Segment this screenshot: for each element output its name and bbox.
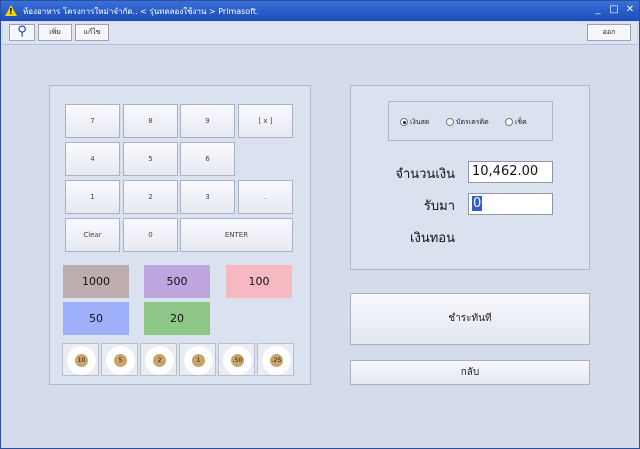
received-label: รับมา [423, 199, 455, 214]
payment-method-group: เงินสด บัตรเครดิต เช็ค [388, 101, 553, 141]
banknote-1000[interactable]: 1000 [63, 265, 129, 298]
warning-icon: ! [5, 5, 17, 16]
key-0[interactable]: 0 [123, 218, 178, 252]
radio-cheque[interactable]: เช็ค [505, 117, 527, 128]
key-4[interactable]: 4 [65, 142, 120, 176]
pay-now-button[interactable]: ชำระทันที [350, 293, 590, 345]
coin-025-icon: .25 [262, 346, 291, 375]
edit-button[interactable]: แก้ไข [75, 24, 109, 41]
window-title: ห้องอาหาร โครงการใหม่าจำกัด.. < รุ่นทดลอ… [23, 7, 259, 16]
minimize-button[interactable]: _ [591, 4, 605, 17]
radio-cheque-indicator [505, 118, 513, 126]
key-7[interactable]: 7 [65, 104, 120, 138]
key-backspace[interactable]: [ x ] [238, 104, 293, 138]
coin-10-icon: 10 [67, 346, 96, 375]
key-5[interactable]: 5 [123, 142, 178, 176]
coin-5[interactable]: 5 [101, 343, 138, 376]
key-8[interactable]: 8 [123, 104, 178, 138]
coin-025[interactable]: .25 [257, 343, 294, 376]
key-3[interactable]: 3 [180, 180, 235, 214]
app-window: ! ห้องอาหาร โครงการใหม่าจำกัด.. < รุ่นทด… [0, 0, 640, 449]
radio-credit-card-indicator [446, 118, 454, 126]
banknote-20[interactable]: 20 [144, 302, 210, 335]
amount-label: จำนวนเงิน [395, 167, 455, 182]
banknote-500[interactable]: 500 [144, 265, 210, 298]
toolbar: ⚲ เพิ่ม แก้ไข ออก [3, 22, 637, 45]
banknote-100[interactable]: 100 [226, 265, 292, 298]
amount-field[interactable]: 10,462.00 [468, 161, 553, 183]
radio-cash-indicator [400, 118, 408, 126]
key-clear[interactable]: Clear [65, 218, 120, 252]
coin-2[interactable]: 2 [140, 343, 177, 376]
key-9[interactable]: 9 [180, 104, 235, 138]
coin-1-icon: 1 [184, 346, 213, 375]
search-icon[interactable]: ⚲ [9, 24, 35, 41]
key-2[interactable]: 2 [123, 180, 178, 214]
banknote-50[interactable]: 50 [63, 302, 129, 335]
maximize-button[interactable]: □ [607, 4, 621, 17]
add-button[interactable]: เพิ่ม [38, 24, 72, 41]
coin-2-icon: 2 [145, 346, 174, 375]
back-button[interactable]: กลับ [350, 360, 590, 385]
title-bar: ! ห้องอาหาร โครงการใหม่าจำกัด.. < รุ่นทด… [1, 1, 639, 21]
key-6[interactable]: 6 [180, 142, 235, 176]
radio-credit-card[interactable]: บัตรเครดิต [446, 117, 489, 128]
radio-cash[interactable]: เงินสด [400, 117, 429, 128]
coin-050-icon: .50 [223, 346, 252, 375]
key-dot[interactable]: . [238, 180, 293, 214]
coin-10[interactable]: 10 [62, 343, 99, 376]
key-enter[interactable]: ENTER [180, 218, 293, 252]
exit-button[interactable]: ออก [587, 24, 631, 41]
coin-1[interactable]: 1 [179, 343, 216, 376]
change-label: เงินทอน [410, 231, 455, 246]
coin-5-icon: 5 [106, 346, 135, 375]
close-button[interactable]: ✕ [623, 4, 637, 17]
key-1[interactable]: 1 [65, 180, 120, 214]
received-field[interactable]: 0 [468, 193, 553, 215]
coin-050[interactable]: .50 [218, 343, 255, 376]
